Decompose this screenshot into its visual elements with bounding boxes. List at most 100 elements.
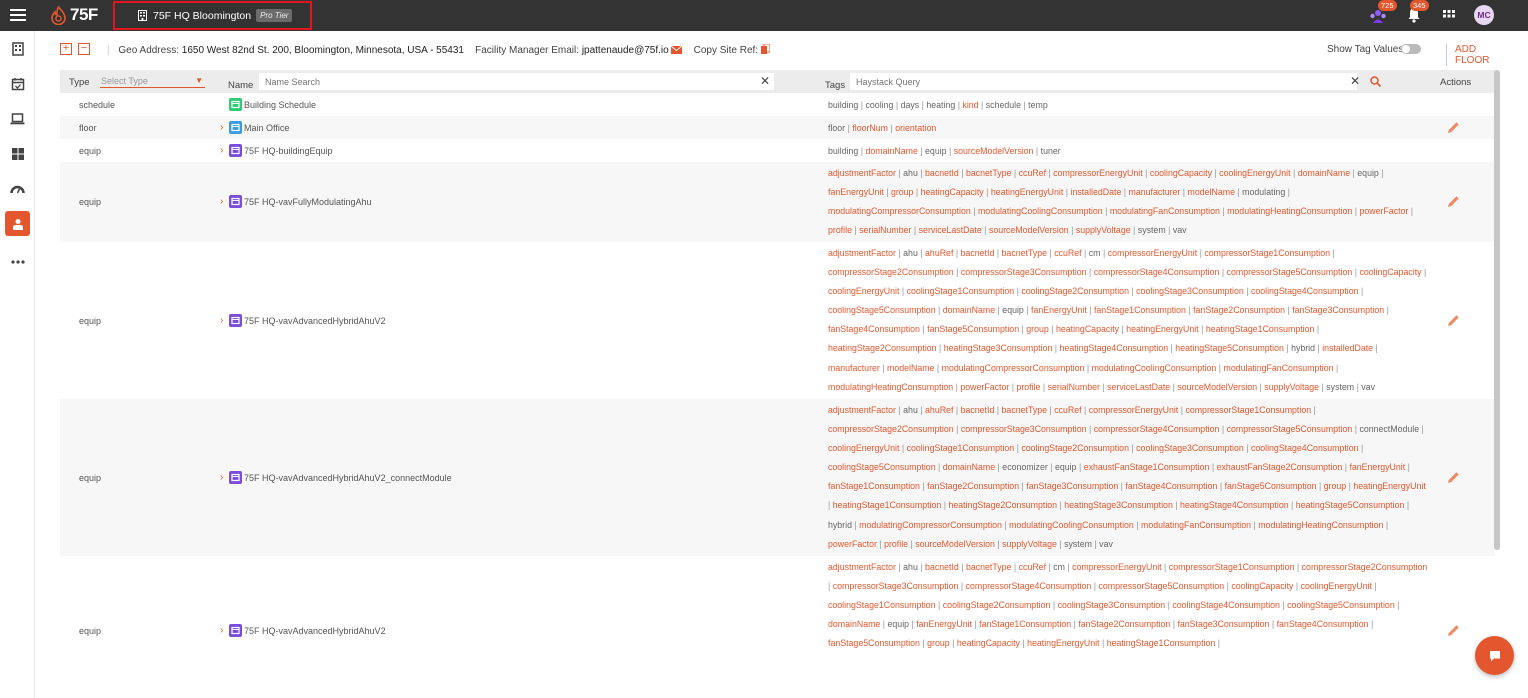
row-tags: adjustmentFactor | ahu | ahuRef | bacnet… [828, 401, 1428, 554]
expand-chevron-icon[interactable]: › [220, 145, 229, 156]
tag: coolingEnergyUnit [1300, 581, 1373, 592]
sidebar-item-dashboards[interactable] [5, 141, 30, 166]
row-name-label[interactable]: 75F HQ-vavAdvancedHybridAhuV2_connectMod… [244, 473, 452, 483]
tag-separator: | [1216, 362, 1224, 373]
show-tag-values-toggle[interactable] [1401, 44, 1421, 54]
sidebar-item-facility-manager[interactable] [5, 211, 30, 236]
search-icon[interactable] [1370, 76, 1381, 87]
row-type: equip [79, 626, 102, 636]
bell-count-badge: 345 [1410, 0, 1429, 11]
tag: modulatingFanConsumption [1223, 362, 1334, 373]
edit-pencil-icon[interactable] [1447, 624, 1460, 639]
sidebar-item-devices[interactable] [5, 106, 30, 131]
name-search-input[interactable] [259, 73, 774, 90]
tag-separator: | [917, 248, 926, 258]
site-name: 75F HQ Bloomington [153, 9, 252, 22]
row-name-label[interactable]: Main Office [244, 123, 289, 133]
row-name-label[interactable]: 75F HQ-vavFullyModulatingAhu [244, 197, 372, 207]
collapse-all-button[interactable]: − [78, 43, 90, 55]
tag: days [900, 100, 920, 110]
tag: heatingStage4Consumption [1059, 343, 1169, 354]
tag-separator: | [934, 362, 942, 373]
tag-separator: | [913, 187, 921, 198]
table-row[interactable]: schedule Building Schedule building | cool… [60, 93, 1495, 116]
tag: ahu [903, 405, 918, 415]
tag: compressorStage1Consumption [1168, 562, 1295, 572]
expand-chevron-icon[interactable]: › [220, 196, 229, 207]
row-name-label[interactable]: 75F HQ-vavAdvancedHybridAhuV2 [244, 626, 386, 636]
users-notification-icon[interactable]: 725 [1368, 0, 1397, 25]
apps-grid-button[interactable] [1439, 5, 1459, 25]
tag: compressorStage5Consumption [1226, 424, 1353, 435]
table-row[interactable]: equip › 75F HQ-buildingEquip building | dom… [60, 139, 1495, 162]
tag: serialNumber [859, 225, 912, 236]
clear-tag-search-icon[interactable]: ✕ [1350, 74, 1360, 88]
edit-pencil-icon[interactable] [1447, 314, 1460, 329]
add-floor-button[interactable]: ADD FLOOR [1446, 44, 1510, 66]
site-selector[interactable]: 75F HQ Bloomington Pro Tier [113, 1, 312, 30]
table-row[interactable]: equip › 75F HQ-vavAdvancedHybridAhuV2 adjus… [60, 242, 1495, 399]
table-scrollbar[interactable] [1494, 70, 1500, 550]
tag: bacnetId [925, 168, 959, 178]
building-icon [138, 10, 147, 21]
table-row[interactable]: equip › 75F HQ-vavAdvancedHybridAhuV2 adjus… [60, 556, 1495, 698]
bell-notification[interactable]: 345 [1404, 0, 1429, 25]
logo[interactable]: 75F [50, 4, 98, 26]
tag-separator: | [1086, 424, 1094, 435]
row-name-label[interactable]: 75F HQ-vavAdvancedHybridAhuV2 [244, 316, 386, 326]
tag: group [1026, 324, 1049, 335]
row-name-label[interactable]: Building Schedule [244, 100, 316, 110]
clear-name-search-icon[interactable]: ✕ [760, 74, 770, 88]
tag-separator: | [1219, 267, 1227, 278]
tag: coolingStage4Consumption [1250, 443, 1359, 454]
row-name: › 75F HQ-vavAdvancedHybridAhuV2_connectMo… [220, 471, 452, 484]
tag: bacnetType [1001, 248, 1048, 258]
tag: supplyVoltage [1075, 225, 1131, 236]
tag-separator: | [858, 100, 866, 110]
table-row[interactable]: floor › Main Office floor | floorNum | orie… [60, 116, 1495, 139]
tag-separator: | [1161, 562, 1169, 572]
tag-separator: | [911, 225, 919, 236]
table-row[interactable]: equip › 75F HQ-vavAdvancedHybridAhuV2_conn… [60, 399, 1495, 556]
sidebar-item-buildings[interactable] [5, 36, 30, 61]
chat-button[interactable] [1475, 636, 1514, 675]
tag-separator: | [1294, 562, 1302, 572]
expand-chevron-icon[interactable]: › [220, 122, 229, 133]
expand-all-button[interactable]: + [60, 43, 72, 55]
edit-pencil-icon[interactable] [1447, 195, 1460, 210]
edit-pencil-icon[interactable] [1447, 471, 1460, 486]
copy-icon[interactable] [760, 43, 771, 54]
tag-separator: | [1099, 638, 1107, 649]
expand-chevron-icon[interactable]: › [220, 472, 229, 483]
tag-separator: | [958, 168, 966, 178]
tag-separator: | [1290, 168, 1298, 178]
sidebar-item-analytics[interactable] [5, 176, 30, 201]
haystack-query-input[interactable] [850, 73, 1357, 90]
type-select[interactable]: Select Type ▼ [100, 74, 205, 88]
tag: orientation [895, 123, 937, 133]
row-tags: building | domainName | equip | sourceMo… [828, 142, 1428, 161]
tag-separator: | [935, 305, 943, 316]
tag-separator: | [1102, 206, 1110, 217]
sidebar-item-more[interactable] [5, 249, 30, 274]
tag-separator: | [1076, 462, 1084, 473]
tags-header: Tags [825, 80, 846, 91]
tag: fanStage1Consumption [1093, 305, 1186, 316]
tag-separator: | [1311, 405, 1316, 415]
equip-icon [229, 624, 242, 637]
edit-pencil-icon[interactable] [1447, 121, 1460, 136]
equip-icon [229, 314, 242, 327]
table-row[interactable]: equip › 75F HQ-vavFullyModulatingAhu adjust… [60, 162, 1495, 242]
user-badge-icon [12, 218, 23, 230]
user-avatar[interactable]: MC [1474, 5, 1494, 25]
expand-chevron-icon[interactable]: › [220, 315, 229, 326]
tag: exhaustFanStage1Consumption [1083, 462, 1210, 473]
sidebar-item-schedules[interactable] [5, 71, 30, 96]
tag-separator: | [1121, 187, 1129, 198]
tag: powerFactor [1359, 206, 1409, 217]
row-name-label[interactable]: 75F HQ-buildingEquip [244, 146, 333, 156]
expand-chevron-icon[interactable]: › [220, 625, 229, 636]
tag: modulatingCompressorConsumption [941, 362, 1085, 373]
hamburger-menu-icon[interactable] [10, 7, 26, 23]
mail-icon[interactable] [671, 45, 683, 54]
